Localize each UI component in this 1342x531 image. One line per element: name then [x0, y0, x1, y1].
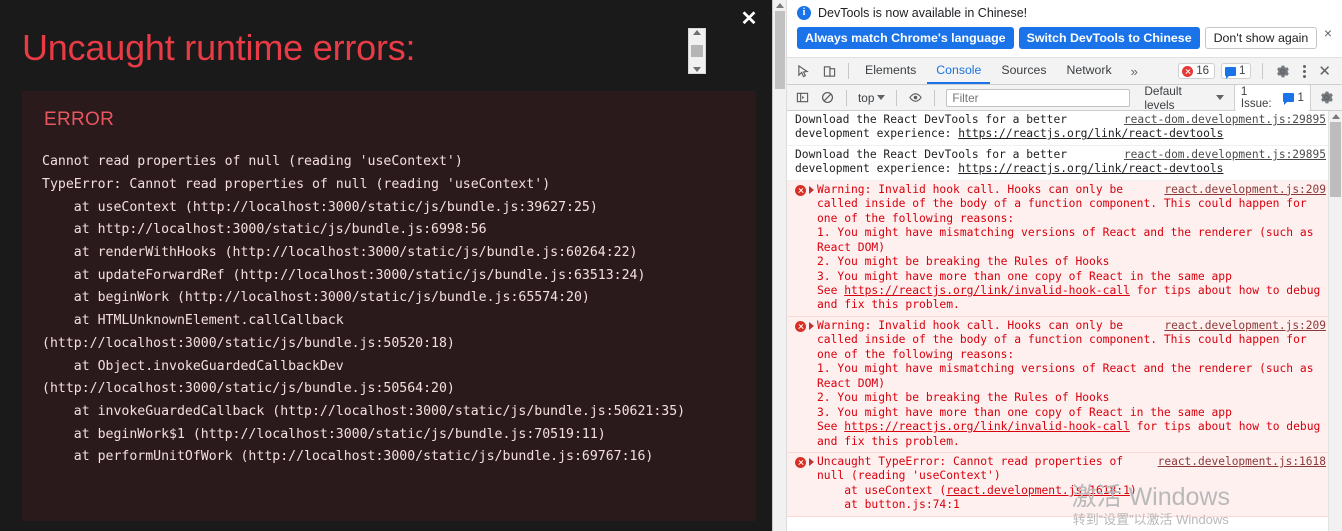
source-link[interactable]: react.development.js:209	[1164, 319, 1326, 333]
message-text: Warning: Invalid hook call. Hooks can on…	[817, 319, 1326, 449]
gear-icon[interactable]	[1270, 60, 1294, 82]
error-count-badge[interactable]: 16	[1178, 63, 1216, 79]
filterbar-divider-3	[934, 89, 936, 106]
source-link[interactable]: react-dom.development.js:29895	[1124, 148, 1326, 162]
message-body: Warning: Invalid hook call. Hooks can on…	[817, 182, 1314, 297]
info-icon: i	[797, 6, 811, 20]
inspect-element-icon[interactable]	[791, 60, 815, 82]
banner-message: DevTools is now available in Chinese!	[818, 6, 1028, 20]
message-text: Warning: Invalid hook call. Hooks can on…	[817, 183, 1326, 313]
devtools-close-icon[interactable]: ✕	[1315, 62, 1338, 80]
expand-triangle-icon[interactable]	[809, 185, 814, 194]
page-title: Uncaught runtime errors:	[22, 27, 416, 68]
page-scrollbar-thumb[interactable]	[774, 11, 785, 89]
more-options-icon[interactable]	[1296, 64, 1313, 78]
error-overlay-content: Uncaught runtime errors: ✕ ERROR Cannot …	[0, 0, 772, 531]
source-link[interactable]: react.development.js:1618	[1158, 455, 1326, 469]
always-match-language-button[interactable]: Always match Chrome's language	[797, 27, 1014, 49]
filterbar-divider	[846, 89, 848, 106]
scroll-up-icon[interactable]	[775, 3, 784, 8]
screen-root: Uncaught runtime errors: ✕ ERROR Cannot …	[0, 0, 1342, 531]
clear-console-icon[interactable]	[816, 87, 839, 109]
tab-console[interactable]: Console	[927, 59, 991, 84]
console-scrollbar-thumb[interactable]	[1330, 122, 1341, 197]
message-body: Warning: Invalid hook call. Hooks can on…	[817, 318, 1314, 434]
search-input[interactable]	[946, 88, 1131, 107]
message-link[interactable]: https://reactjs.org/link/react-devtools	[958, 127, 1223, 140]
console-filterbar: top Default levels 1 Issue: 1	[787, 83, 1342, 112]
toolbar-divider-2	[1262, 63, 1264, 79]
console-message-list[interactable]: react-dom.development.js:29895 Download …	[787, 111, 1342, 531]
pager-thumb[interactable]	[691, 45, 703, 57]
chevron-down-icon	[877, 95, 886, 100]
overlay-error-pager[interactable]	[688, 28, 706, 74]
execution-context-label: top	[858, 90, 875, 105]
issues-count: 1	[1297, 91, 1304, 104]
console-message-error[interactable]: react.development.js:1618 Uncaught TypeE…	[787, 452, 1342, 517]
message-link[interactable]: https://reactjs.org/link/react-devtools	[958, 162, 1223, 175]
filterbar-divider-2	[896, 89, 898, 106]
error-circle-icon	[1182, 65, 1194, 77]
execution-context-select[interactable]: top	[854, 90, 889, 106]
error-circle-icon	[795, 184, 806, 196]
console-message-log[interactable]: react-dom.development.js:29895 Download …	[787, 111, 1342, 146]
more-tabs-icon[interactable]: »	[1123, 64, 1146, 79]
live-expression-eye-icon[interactable]	[904, 87, 927, 109]
log-levels-select[interactable]: Default levels	[1144, 84, 1224, 112]
issues-badge[interactable]: 1 Issue: 1	[1233, 83, 1311, 112]
error-circle-icon	[795, 456, 806, 468]
expand-triangle-icon[interactable]	[809, 321, 814, 330]
chevron-up-icon[interactable]	[693, 30, 701, 35]
banner-close-icon[interactable]: ×	[1324, 26, 1332, 40]
react-error-overlay: Uncaught runtime errors: ✕ ERROR Cannot …	[0, 0, 772, 531]
tab-sources[interactable]: Sources	[992, 59, 1055, 84]
message-link[interactable]: https://reactjs.org/link/invalid-hook-ca…	[844, 284, 1130, 297]
log-levels-label: Default levels	[1144, 83, 1182, 112]
error-circle-icon	[795, 320, 806, 332]
language-banner: i DevTools is now available in Chinese! …	[787, 0, 1342, 58]
source-link[interactable]: react.development.js:209	[1164, 183, 1326, 197]
error-stacktrace: TypeError: Cannot read properties of nul…	[42, 176, 686, 465]
banner-actions: Always match Chrome's language Switch De…	[797, 27, 1334, 49]
console-message-error[interactable]: react.development.js:209 Warning: Invali…	[787, 316, 1342, 453]
scroll-up-icon[interactable]	[1331, 114, 1340, 119]
message-count-badge[interactable]: 1	[1221, 63, 1252, 79]
tab-elements[interactable]: Elements	[856, 59, 925, 84]
message-count-label: 1	[1239, 65, 1246, 77]
banner-message-row: i DevTools is now available in Chinese!	[797, 6, 1334, 20]
source-link[interactable]: react-dom.development.js:29895	[1124, 113, 1326, 127]
devtools-tabbar: Elements Console Sources Network » 16 1	[787, 58, 1342, 85]
message-link[interactable]: https://reactjs.org/link/invalid-hook-ca…	[844, 420, 1130, 433]
issues-label: 1 Issue:	[1240, 85, 1272, 110]
console-sidebar-icon[interactable]	[791, 87, 814, 109]
devtools-panel: i DevTools is now available in Chinese! …	[772, 0, 1342, 531]
devtools-content: i DevTools is now available in Chinese! …	[787, 0, 1342, 531]
device-toolbar-icon[interactable]	[817, 60, 841, 82]
tab-network[interactable]: Network	[1058, 59, 1121, 84]
error-badge: ERROR	[44, 109, 115, 131]
toolbar-divider	[848, 63, 849, 79]
switch-to-chinese-button[interactable]: Switch DevTools to Chinese	[1018, 27, 1200, 49]
close-icon[interactable]: ✕	[738, 8, 760, 30]
chevron-down-icon[interactable]	[693, 67, 701, 72]
error-count-label: 16	[1196, 65, 1210, 77]
error-card: ERROR Cannot read properties of null (re…	[22, 91, 756, 522]
console-message-log[interactable]: react-dom.development.js:29895 Download …	[787, 145, 1342, 181]
console-settings-gear-icon[interactable]	[1315, 87, 1338, 109]
page-scrollbar[interactable]	[773, 0, 787, 531]
message-link[interactable]: react.development.js:1618:1	[946, 484, 1130, 497]
error-message: Cannot read properties of null (reading …	[42, 154, 463, 170]
console-message-error[interactable]: react.development.js:209 Warning: Invali…	[787, 180, 1342, 317]
chevron-down-icon	[1215, 95, 1224, 100]
dont-show-again-button[interactable]: Don't show again	[1204, 27, 1318, 49]
expand-triangle-icon[interactable]	[809, 457, 814, 466]
issues-bubble-icon	[1283, 93, 1294, 105]
console-scrollbar[interactable]	[1328, 111, 1342, 531]
message-bubble-icon	[1225, 66, 1237, 79]
